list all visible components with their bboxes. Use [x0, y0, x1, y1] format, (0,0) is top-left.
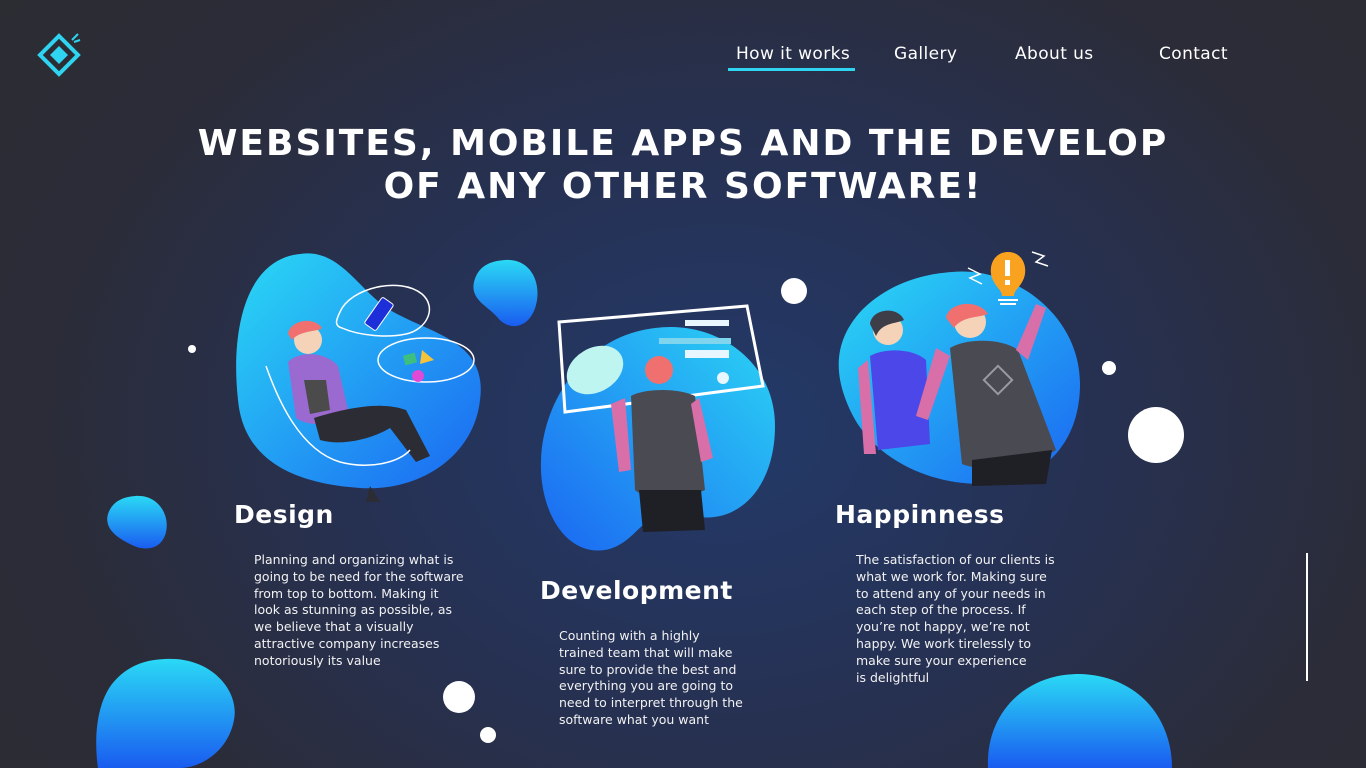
text-line: software what you want [559, 711, 709, 727]
text-line: going to be need for the software [254, 568, 464, 584]
text-line: notoriously its value [254, 652, 381, 668]
text-line: need to interpret through the [559, 695, 743, 711]
dot [443, 681, 475, 713]
text-line: sure to provide the best and [559, 661, 737, 677]
text-line: everything you are going to [559, 678, 734, 694]
text-line: Planning and organizing what is [254, 552, 454, 567]
dot [188, 345, 196, 353]
text-line: we believe that a visually [254, 619, 414, 635]
text-line: happy. We work tirelessly to [856, 635, 1032, 651]
text-line: what we work for. Making sure [856, 568, 1047, 584]
dot [1128, 407, 1184, 463]
text-line: trained team that will make [559, 644, 733, 660]
blob-bottom-right [987, 674, 1172, 768]
text-line: to attend any of your needs in [856, 585, 1046, 601]
text-line: each step of the process. If [856, 602, 1026, 618]
blob-bottom-left [96, 658, 235, 768]
text-line: from top to bottom. Making it [254, 585, 439, 601]
happiness-illustration [838, 251, 1080, 486]
feature-text-development: Counting with a highly trained team that… [559, 628, 779, 729]
text-line: The satisfaction of our clients is [856, 552, 1055, 567]
text-line: look as stunning as possible, as [254, 602, 453, 618]
dot [480, 727, 496, 743]
feature-title-development: Development [540, 576, 733, 605]
scroll-indicator[interactable] [1306, 553, 1308, 681]
feature-text-design: Planning and organizing what is going to… [254, 552, 484, 670]
text-line: make sure your experience [856, 652, 1027, 668]
blob-small-left [107, 495, 167, 549]
development-illustration [540, 304, 775, 551]
text-line: is delightful [856, 669, 930, 685]
text-line: attractive company increases [254, 635, 440, 651]
text-line: Counting with a highly [559, 628, 700, 643]
feature-title-design: Design [234, 500, 334, 529]
dot [1102, 361, 1116, 375]
feature-title-happiness: Happinness [835, 500, 1005, 529]
design-illustration [236, 253, 481, 502]
feature-text-happiness: The satisfaction of our clients is what … [856, 552, 1086, 686]
text-line: you’re not happy, we’re not [856, 619, 1030, 635]
